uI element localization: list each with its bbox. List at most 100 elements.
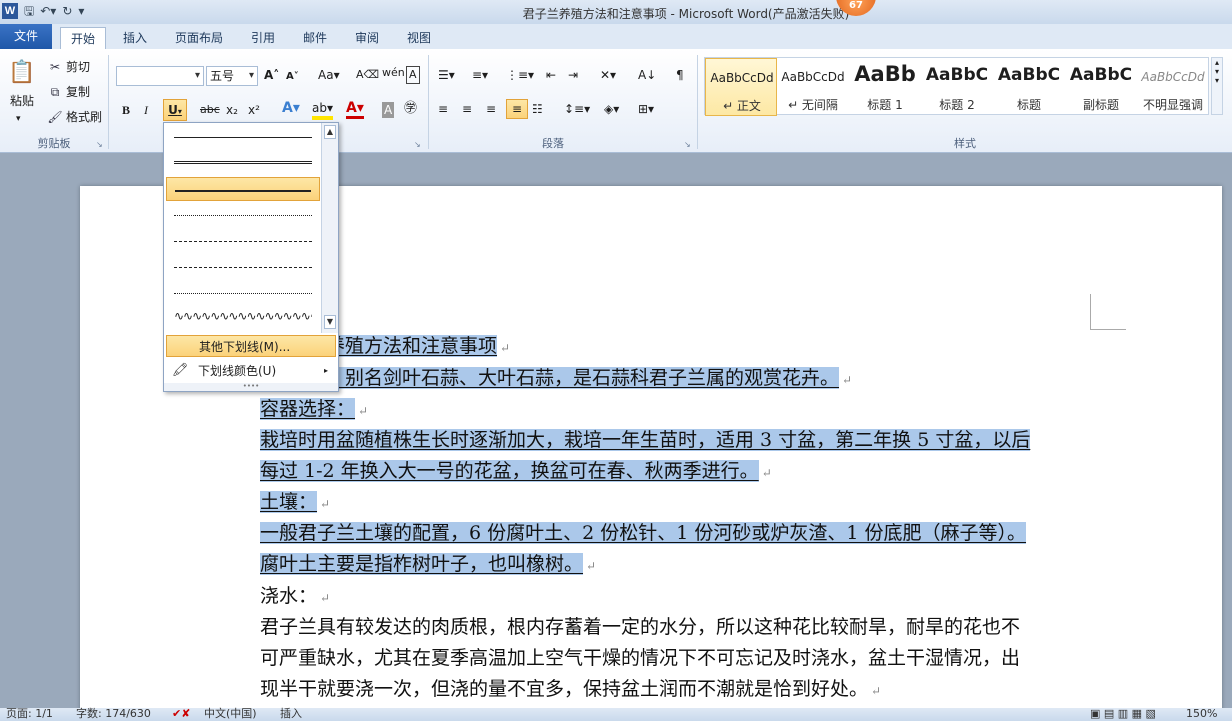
underline-double[interactable] [166, 151, 320, 175]
paste-icon[interactable]: 📋 [8, 55, 36, 89]
underline-color-item[interactable]: 🖍 下划线颜色(U) ▸ [166, 360, 336, 382]
underline-button[interactable]: U▾ [163, 99, 187, 121]
paragraph-launcher-icon[interactable]: ↘ [684, 137, 691, 153]
style-normal[interactable]: AaBbCcDd ↵ 正文 [705, 58, 777, 116]
line-spacing-icon[interactable]: ↕≡▾ [564, 101, 590, 117]
doc-line[interactable]: 君子兰具有较发达的肉质根，根内存蓄着一定的水分，所以这种花比较耐旱，耐旱的花也不 [260, 612, 1020, 643]
doc-line[interactable]: 每过 1-2 年换入大一号的花盆，换盆可在春、秋两季进行。 ↵ [260, 456, 772, 487]
grow-font-icon[interactable]: A˄ [264, 67, 279, 83]
style-no-spacing[interactable]: AaBbCcDd ↵ 无间隔 [777, 58, 849, 116]
tab-mailings[interactable]: 邮件 [294, 27, 336, 49]
scissors-icon[interactable]: ✂ [48, 59, 62, 75]
doc-line[interactable]: 一般君子兰土壤的配置，6 份腐叶土、2 份松针、1 份河砂或炉灰渣、1 份底肥（… [260, 518, 1027, 549]
style-heading-1[interactable]: AaBb 标题 1 [849, 58, 921, 116]
italic-icon[interactable]: I [144, 102, 148, 118]
doc-line[interactable]: 腐叶土主要是指柞树叶子，也叫橡树。 ↵ [260, 549, 596, 580]
increase-indent-icon[interactable]: ⇥ [568, 67, 578, 83]
paragraph-group-label: 段落 [542, 137, 564, 150]
underline-wave[interactable]: ∿∿∿∿∿∿∿∿∿∿∿∿∿∿∿∿∿∿ [166, 307, 320, 331]
justify-icon[interactable]: ≡ [506, 99, 528, 119]
copy-icon[interactable]: ⧉ [48, 84, 62, 100]
superscript-icon[interactable]: x² [248, 102, 260, 118]
doc-line[interactable]: 可严重缺水，尤其在夏季高温加上空气干燥的情况下不可忘记及时浇水，盆土干湿情况，出 [260, 643, 1020, 674]
bullets-icon[interactable]: ☰▾ [438, 67, 455, 83]
change-case-icon[interactable]: Aa▾ [318, 67, 340, 83]
strikethrough-icon[interactable]: abc [200, 102, 220, 118]
tab-file[interactable]: 文件 [0, 24, 52, 49]
phonetic-guide-icon[interactable]: wén [382, 65, 405, 81]
underline-dashed[interactable] [166, 229, 320, 253]
doc-line[interactable]: 土壤： ↵ [260, 487, 330, 518]
underline-dotted[interactable] [166, 203, 320, 227]
multilevel-list-icon[interactable]: ⋮≡▾ [506, 67, 534, 83]
tab-home[interactable]: 开始 [60, 27, 106, 49]
sort-icon[interactable]: A↓ [638, 67, 656, 83]
underline-dash-dot[interactable] [166, 255, 320, 279]
underline-single[interactable] [166, 125, 320, 149]
doc-line[interactable]: 容器选择： ↵ [260, 394, 368, 425]
language-indicator[interactable]: 中文(中国) [204, 707, 257, 721]
bold-icon[interactable]: B [122, 102, 130, 118]
underline-thick[interactable] [166, 177, 320, 201]
scroll-up-icon[interactable]: ▲ [324, 125, 336, 139]
insert-mode[interactable]: 插入 [280, 707, 302, 721]
font-name-combo[interactable] [116, 66, 204, 86]
distributed-icon[interactable]: ☷ [532, 101, 543, 117]
show-marks-icon[interactable]: ¶ [676, 67, 684, 83]
cut-button[interactable]: 剪切 [66, 59, 90, 75]
scroll-down-icon[interactable]: ▼ [324, 315, 336, 329]
tab-references[interactable]: 引用 [242, 27, 284, 49]
page-indicator[interactable]: 页面: 1/1 [6, 707, 53, 721]
font-launcher-icon[interactable]: ↘ [414, 137, 421, 153]
tab-page-layout[interactable]: 页面布局 [168, 27, 230, 49]
tab-insert[interactable]: 插入 [114, 27, 156, 49]
highlight-icon[interactable]: ab▾ [312, 100, 333, 120]
more-underlines-item[interactable]: 其他下划线(M)... [166, 335, 336, 357]
zoom-level[interactable]: 150% [1186, 707, 1217, 721]
char-border-icon[interactable]: A [406, 66, 420, 84]
doc-line[interactable]: 栽培时用盆随植株生长时逐渐加大，栽培一年生苗时，适用 3 寸盆，第二年换 5 寸… [260, 425, 1031, 456]
decrease-indent-icon[interactable]: ⇤ [546, 67, 556, 83]
text-effects-icon[interactable]: A▾ [282, 100, 300, 116]
doc-line[interactable]: ，别名剑叶石蒜、大叶石蒜，是石蒜科君子兰属的观赏花卉。 ↵ [326, 363, 852, 394]
copy-button[interactable]: 复制 [66, 84, 90, 100]
font-color-icon[interactable]: A▾ [346, 100, 364, 119]
paste-dropdown-icon[interactable]: ▾ [16, 111, 21, 127]
view-buttons-icon[interactable]: ▣ ▤ ▥ ▦ ▧ [1090, 707, 1156, 721]
shrink-font-icon[interactable]: A˅ [286, 69, 299, 85]
style-title[interactable]: AaBbC 标题 [993, 58, 1065, 116]
styles-gallery: AaBbCcDd ↵ 正文 AaBbCcDd ↵ 无间隔 AaBb 标题 1 A… [704, 57, 1209, 116]
format-painter-button[interactable]: 格式刷 [66, 109, 102, 125]
underline-dash-dot-dot[interactable] [166, 281, 320, 305]
shading-icon[interactable]: ◈▾ [604, 101, 619, 117]
doc-line[interactable]: 现半干就要浇一次，但浇的量不宜多，保持盆土润而不潮就是恰到好处。 ↵ [260, 674, 881, 705]
numbering-icon[interactable]: ≡▾ [472, 67, 488, 83]
resize-grip[interactable]: •••• [164, 383, 338, 391]
styles-scroll[interactable]: ▴ ▾ ▾ [1211, 57, 1223, 115]
word-count[interactable]: 字数: 174/630 [76, 707, 151, 721]
align-right-icon[interactable]: ≡ [486, 101, 496, 117]
underline-scroll[interactable]: ▲ ▼ [321, 123, 338, 333]
subscript-icon[interactable]: x₂ [226, 102, 238, 118]
paste-button[interactable]: 粘贴 [10, 93, 34, 109]
enclose-char-icon[interactable]: ㊫ [404, 101, 417, 117]
style-heading-2[interactable]: AaBbC 标题 2 [921, 58, 993, 116]
format-painter-icon[interactable]: 🖌 [47, 109, 62, 125]
char-shading-icon[interactable]: A [382, 102, 395, 118]
font-size-combo[interactable]: 五号 [206, 66, 258, 86]
tab-review[interactable]: 审阅 [346, 27, 388, 49]
underline-dropdown: ∿∿∿∿∿∿∿∿∿∿∿∿∿∿∿∿∿∿ ▲ ▼ 其他下划线(M)... 🖍 下划线… [163, 122, 339, 392]
align-left-icon[interactable]: ≡ [438, 101, 448, 117]
tab-view[interactable]: 视图 [398, 27, 440, 49]
title-bar: W 🖫 ↶▾ ↻ ▾ 君子兰养殖方法和注意事项 - Microsoft Word… [0, 0, 1232, 24]
doc-line[interactable]: 养殖方法和注意事项 ↵ [326, 331, 510, 362]
align-center-icon[interactable]: ≡ [462, 101, 472, 117]
clear-format-icon[interactable]: A⌫ [356, 67, 379, 83]
doc-line[interactable]: 浇水： ↵ [260, 581, 330, 612]
chinese-layout-icon[interactable]: ✕▾ [600, 67, 616, 83]
style-subtle-emphasis[interactable]: AaBbCcDd 不明显强调 [1137, 58, 1209, 116]
borders-icon[interactable]: ⊞▾ [638, 101, 654, 117]
style-subtitle[interactable]: AaBbC 副标题 [1065, 58, 1137, 116]
proofing-icon[interactable]: ✔✘ [172, 707, 190, 721]
clipboard-launcher-icon[interactable]: ↘ [96, 137, 103, 153]
